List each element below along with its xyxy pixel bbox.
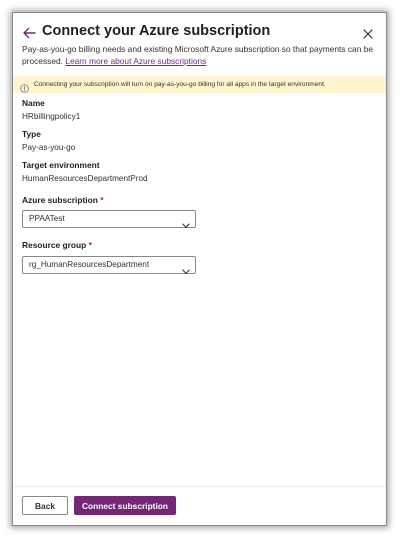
azure-subscription-label-text: Azure subscription [22,195,98,205]
azure-subscription-dropdown[interactable]: PPAATest [22,210,196,228]
panel-description: Pay-as-you-go billing needs and existing… [22,44,374,67]
resource-group-selected: rg_HumanResourcesDepartment [29,260,150,269]
close-icon[interactable] [362,27,374,39]
chevron-down-icon [182,216,190,228]
azure-subscription-selected: PPAATest [29,214,65,223]
chevron-down-icon [182,262,190,274]
resource-group-label: Resource group * [22,240,92,250]
panel-footer: Back Connect subscription [13,486,386,525]
required-marker: * [88,240,92,250]
required-marker: * [100,195,104,205]
name-label: Name [22,98,45,108]
type-label: Type [22,129,41,139]
back-arrow-icon[interactable] [21,25,37,41]
learn-more-link[interactable]: Learn more about Azure subscriptions [65,56,206,66]
info-icon [20,80,29,93]
warning-text: Connecting your subscription will turn o… [34,81,326,88]
type-value: Pay-as-you-go [22,143,76,152]
resource-group-dropdown[interactable]: rg_HumanResourcesDepartment [22,256,196,274]
connect-subscription-button[interactable]: Connect subscription [74,496,176,515]
back-button[interactable]: Back [22,496,68,515]
target-environment-label: Target environment [22,160,100,170]
panel-title: Connect your Azure subscription [42,23,271,39]
name-value: HRbillingpolicy1 [22,112,81,121]
azure-subscription-label: Azure subscription * [22,195,103,205]
connect-subscription-panel: Connect your Azure subscription Pay-as-y… [12,12,387,526]
target-environment-value: HumanResourcesDepartmentProd [22,174,148,183]
warning-message-bar: Connecting your subscription will turn o… [13,76,386,93]
resource-group-label-text: Resource group [22,240,87,250]
